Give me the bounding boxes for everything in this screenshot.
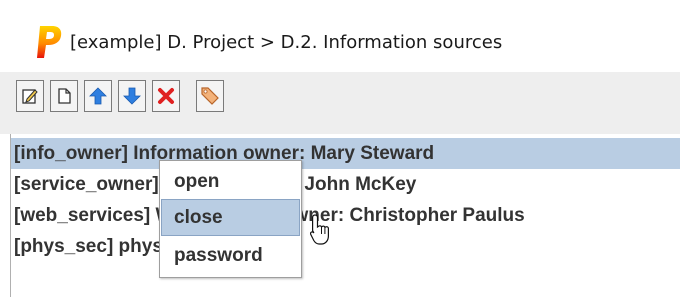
tag-button[interactable]	[196, 80, 224, 112]
window-title: [example] D. Project > D.2. Information …	[70, 32, 503, 53]
menu-item-open[interactable]: open	[161, 163, 300, 200]
move-up-button[interactable]	[84, 80, 112, 112]
list-item[interactable]: [info_owner] Information owner: Mary Ste…	[11, 138, 680, 169]
delete-button[interactable]	[152, 80, 180, 112]
menu-item-password[interactable]: password	[161, 237, 300, 274]
information-sources-list: [info_owner] Information owner: Mary Ste…	[10, 134, 680, 297]
arrow-down-icon	[123, 87, 141, 105]
app-logo-icon	[37, 26, 62, 58]
list-item[interactable]: [phys_sec] physical security	[11, 231, 680, 262]
hand-pointer-icon	[310, 214, 329, 245]
menu-item-close[interactable]: close	[161, 199, 300, 236]
edit-button[interactable]	[16, 80, 44, 112]
new-button[interactable]	[50, 80, 78, 112]
list-item[interactable]: [web_services] Web services owner: Chris…	[11, 200, 680, 231]
arrow-up-icon	[89, 87, 107, 105]
move-down-button[interactable]	[118, 80, 146, 112]
context-menu: open close password	[159, 160, 302, 278]
delete-icon	[158, 88, 174, 104]
edit-icon	[22, 89, 38, 104]
list-item[interactable]: [service_owner] Service owner: John McKe…	[11, 169, 680, 200]
toolbar	[0, 72, 680, 134]
new-document-icon	[58, 88, 71, 104]
tag-icon	[201, 87, 219, 105]
